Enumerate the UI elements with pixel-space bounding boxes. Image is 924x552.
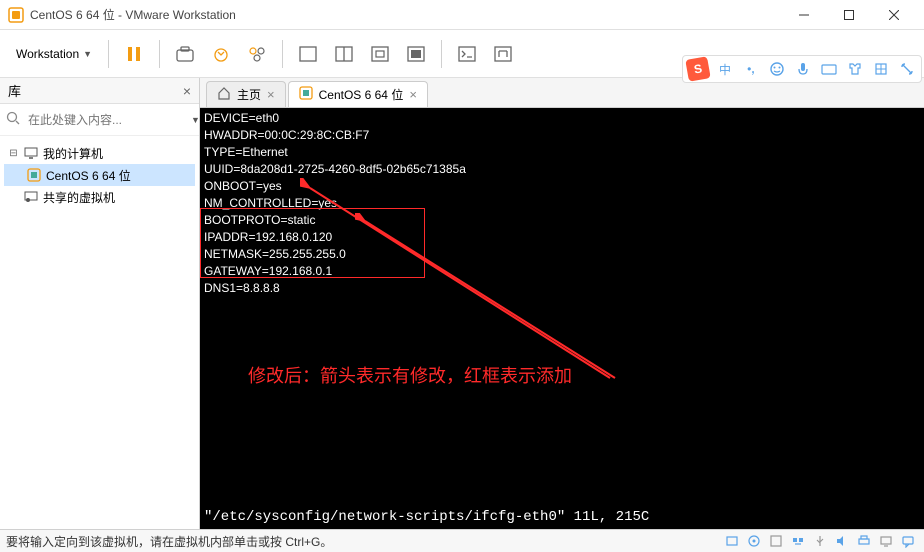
terminal-line: HWADDR=00:0C:29:8C:CB:F7	[204, 127, 920, 144]
ime-voice-button[interactable]	[793, 59, 813, 79]
message-icon[interactable]	[898, 533, 918, 549]
snapshot-manage-button[interactable]	[240, 37, 274, 71]
shared-icon	[23, 189, 39, 205]
annotation-text: 修改后：箭头表示有修改，红框表示添加	[248, 368, 572, 385]
window-title: CentOS 6 64 位 - VMware Workstation	[30, 6, 781, 23]
fit-guest-button[interactable]	[363, 37, 397, 71]
main-area: 库 × ▼ ⊟ 我的计算机 CentOS 6 64 位 共享的虚拟机	[0, 78, 924, 529]
statusbar: 要将输入定向到该虚拟机，请在虚拟机内部单击或按 Ctrl+G。	[0, 529, 924, 552]
snapshot-button[interactable]	[168, 37, 202, 71]
terminal-line: DEVICE=eth0	[204, 110, 920, 127]
sidebar-title: 库	[8, 81, 183, 100]
workstation-menu[interactable]: Workstation ▼	[8, 43, 100, 65]
unity-button[interactable]	[486, 37, 520, 71]
sidebar: 库 × ▼ ⊟ 我的计算机 CentOS 6 64 位 共享的虚拟机	[0, 78, 200, 529]
chevron-down-icon: ▼	[83, 49, 92, 59]
sogou-logo-icon[interactable]: S	[685, 56, 710, 81]
workstation-menu-label: Workstation	[16, 47, 79, 61]
view-single-button[interactable]	[291, 37, 325, 71]
home-icon	[217, 86, 231, 103]
titlebar: CentOS 6 64 位 - VMware Workstation	[0, 0, 924, 30]
tree-label: CentOS 6 64 位	[46, 167, 131, 184]
terminal-line: IPADDR=192.168.0.120	[204, 229, 920, 246]
floppy-icon[interactable]	[766, 533, 786, 549]
disk-icon[interactable]	[722, 533, 742, 549]
separator	[159, 40, 160, 68]
terminal-line: TYPE=Ethernet	[204, 144, 920, 161]
terminal-line: GATEWAY=192.168.0.1	[204, 263, 920, 280]
ime-punct-button[interactable]: •ꓹ	[741, 59, 761, 79]
terminal-line: DNS1=8.8.8.8	[204, 280, 920, 297]
view-split-button[interactable]	[327, 37, 361, 71]
pause-button[interactable]	[117, 37, 151, 71]
tab-label: 主页	[237, 86, 261, 103]
ime-keyboard-button[interactable]	[819, 59, 839, 79]
separator	[108, 40, 109, 68]
terminal-line: UUID=8da208d1-2725-4260-8df5-02b65c71385…	[204, 161, 920, 178]
fullscreen-button[interactable]	[399, 37, 433, 71]
search-input[interactable]	[24, 109, 187, 131]
vm-icon	[299, 86, 313, 103]
sidebar-close-button[interactable]: ×	[183, 83, 191, 99]
usb-icon[interactable]	[810, 533, 830, 549]
search-row: ▼	[0, 104, 199, 136]
vm-icon	[26, 167, 42, 183]
separator	[282, 40, 283, 68]
ime-toolbar[interactable]: S 中 •ꓹ	[682, 55, 922, 83]
terminal-line: NETMASK=255.255.255.0	[204, 246, 920, 263]
tree-label: 我的计算机	[43, 145, 103, 162]
status-text: 要将输入定向到该虚拟机，请在虚拟机内部单击或按 Ctrl+G。	[6, 533, 720, 550]
tree-item-centos[interactable]: CentOS 6 64 位	[4, 164, 195, 186]
minimize-button[interactable]	[781, 1, 826, 29]
ime-skin-button[interactable]	[845, 59, 865, 79]
tree-item-mycomputer[interactable]: ⊟ 我的计算机	[4, 142, 195, 164]
content-area: 主页 × CentOS 6 64 位 × DEVICE=eth0 HWADDR=…	[200, 78, 924, 529]
tab-centos[interactable]: CentOS 6 64 位 ×	[288, 81, 428, 107]
snapshot-revert-button[interactable]	[204, 37, 238, 71]
cd-icon[interactable]	[744, 533, 764, 549]
console-button[interactable]	[450, 37, 484, 71]
tab-home[interactable]: 主页 ×	[206, 81, 286, 107]
ime-lang-button[interactable]: 中	[715, 59, 735, 79]
terminal-status-line: "/etc/sysconfig/network-scripts/ifcfg-et…	[204, 509, 649, 526]
tree-item-shared[interactable]: 共享的虚拟机	[4, 186, 195, 208]
sidebar-header: 库 ×	[0, 78, 199, 104]
search-icon	[6, 111, 20, 128]
close-button[interactable]	[871, 1, 916, 29]
terminal[interactable]: DEVICE=eth0 HWADDR=00:0C:29:8C:CB:F7 TYP…	[200, 108, 924, 529]
ime-settings-button[interactable]	[897, 59, 917, 79]
tab-label: CentOS 6 64 位	[319, 86, 404, 103]
sidebar-tree: ⊟ 我的计算机 CentOS 6 64 位 共享的虚拟机	[0, 136, 199, 529]
tree-toggle-icon[interactable]: ⊟	[8, 148, 19, 159]
app-icon	[8, 7, 24, 23]
tab-close-icon[interactable]: ×	[409, 87, 417, 102]
maximize-button[interactable]	[826, 1, 871, 29]
chevron-down-icon[interactable]: ▼	[191, 115, 200, 125]
computer-icon	[23, 145, 39, 161]
ime-tool-button[interactable]	[871, 59, 891, 79]
terminal-line: NM_CONTROLLED=yes	[204, 195, 920, 212]
printer-icon[interactable]	[854, 533, 874, 549]
sound-icon[interactable]	[832, 533, 852, 549]
network-icon[interactable]	[788, 533, 808, 549]
ime-emoji-button[interactable]	[767, 59, 787, 79]
display-icon[interactable]	[876, 533, 896, 549]
tree-label: 共享的虚拟机	[43, 189, 115, 206]
terminal-line: ONBOOT=yes	[204, 178, 920, 195]
terminal-line: BOOTPROTO=static	[204, 212, 920, 229]
tab-close-icon[interactable]: ×	[267, 87, 275, 102]
separator	[441, 40, 442, 68]
